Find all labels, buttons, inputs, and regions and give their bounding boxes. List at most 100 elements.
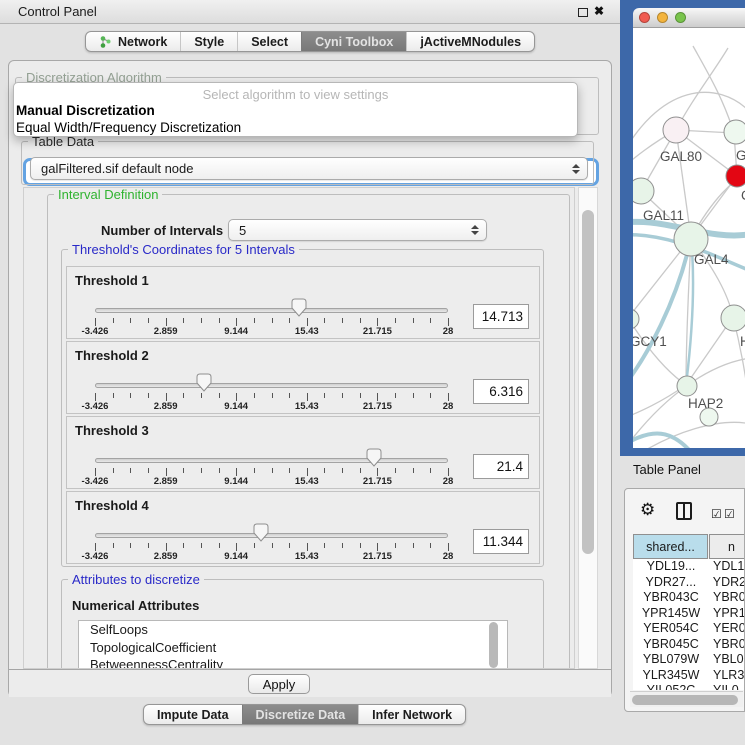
cyni-toolbox-panel: Discretization Algorithm Table Data galF… xyxy=(8,60,612,697)
attribute-list-item[interactable]: SelfLoops xyxy=(79,621,507,639)
stepper-arrows-icon xyxy=(572,164,580,174)
node-label: GA xyxy=(736,148,745,163)
group-title: Interval Definition xyxy=(54,187,162,202)
table-row[interactable]: YPR145WYPR1 xyxy=(633,606,745,622)
cell-shared-name: YER054C xyxy=(633,621,709,637)
network-edge[interactable] xyxy=(693,46,734,133)
node-top-right[interactable] xyxy=(724,120,745,144)
threshold-slider[interactable]: -3.4262.8599.14415.4321.71528 xyxy=(87,449,457,489)
slider-handle[interactable] xyxy=(366,448,382,467)
threshold-panel: Threshold 1 -3.4262.8599.14415.4321.7152… xyxy=(66,266,540,339)
node-label: H xyxy=(740,334,745,349)
slider-track[interactable] xyxy=(95,308,448,313)
threshold-slider[interactable]: -3.4262.8599.14415.4321.71528 xyxy=(87,524,457,564)
list-scrollbar-thumb[interactable] xyxy=(489,622,498,668)
tab-jactivemnodules[interactable]: jActiveMNodules xyxy=(406,32,534,51)
network-canvas[interactable]: GAL80GACGAL11GAL4GCY1HHAP2 xyxy=(633,28,745,448)
group-title: Attributes to discretize xyxy=(68,572,204,587)
table-horizontal-scrollbar[interactable] xyxy=(630,691,743,707)
minimize-traffic-light[interactable] xyxy=(657,12,668,23)
dropdown-header: Select algorithm to view settings xyxy=(14,87,577,102)
network-edge-highlighted[interactable] xyxy=(633,238,691,393)
group-title: Threshold's Coordinates for 5 Intervals xyxy=(68,242,299,257)
node-h[interactable] xyxy=(721,305,745,331)
slider-handle[interactable] xyxy=(196,373,212,392)
number-of-intervals-combobox[interactable]: 5 xyxy=(228,219,487,241)
table-row[interactable]: YDL19...YDL1 xyxy=(633,559,745,575)
table-data-combobox[interactable]: galFiltered.sif default node xyxy=(30,157,588,180)
slider-track[interactable] xyxy=(95,533,448,538)
bottom-tab-bar: Impute Data Discretize DataInfer Network xyxy=(143,704,466,725)
tab-style[interactable]: Style xyxy=(180,32,237,51)
node-hap2[interactable] xyxy=(677,376,697,396)
slider-track[interactable] xyxy=(95,458,448,463)
settings-scroll-viewport: Interval Definition Number of Intervals … xyxy=(23,187,575,669)
network-view-window: GAL80GACGAL11GAL4GCY1HHAP2 xyxy=(620,0,745,456)
dropdown-option-manual-discretization[interactable]: Manual Discretization xyxy=(16,103,155,118)
table-row[interactable]: YBR045CYBR0 xyxy=(633,637,745,653)
slider-handle[interactable] xyxy=(291,298,307,317)
attribute-list-item[interactable]: BetweennessCentrality xyxy=(79,656,507,669)
node-label: GAL11 xyxy=(643,208,684,223)
threshold-label: Threshold 2 xyxy=(75,348,149,363)
table-row[interactable]: YBL079WYBL0 xyxy=(633,652,745,668)
slider-track[interactable] xyxy=(95,383,448,388)
node-gal80[interactable] xyxy=(663,117,689,143)
cell-shared-name: YBR045C xyxy=(633,637,709,653)
split-columns-icon[interactable] xyxy=(676,502,692,520)
node-label: GAL80 xyxy=(660,149,702,164)
cell-name: YIL0 xyxy=(709,683,739,690)
table-panel: ⚙ ☑ ☑ shared... n YDL19...YDL1YDR27...YD… xyxy=(624,488,745,712)
threshold-value-field[interactable] xyxy=(473,454,529,479)
column-header-name[interactable]: n xyxy=(709,534,745,559)
settings-scrollbar[interactable] xyxy=(578,187,598,669)
table-row[interactable]: YER054CYER0 xyxy=(633,621,745,637)
tab-select[interactable]: Select xyxy=(237,32,301,51)
network-graph[interactable]: GAL80GACGAL11GAL4GCY1HHAP2 xyxy=(633,28,745,448)
column-header-shared-name[interactable]: shared... xyxy=(633,534,708,559)
dropdown-option-equal-width-frequency[interactable]: Equal Width/Frequency Discretization xyxy=(16,120,241,135)
float-window-icon[interactable] xyxy=(578,8,588,17)
node-gcy1[interactable] xyxy=(633,309,639,329)
tab-label: Impute Data xyxy=(157,708,229,722)
tab-infer-network[interactable]: Infer Network xyxy=(358,705,465,724)
settings-scrollbar-thumb[interactable] xyxy=(582,210,594,554)
algorithm-dropdown-popup: Select algorithm to view settings Manual… xyxy=(13,82,578,137)
table-row[interactable]: YIL052CYIL0 xyxy=(633,683,745,690)
tab-discretize-data[interactable]: Discretize Data xyxy=(242,705,359,724)
apply-button[interactable]: Apply xyxy=(248,674,310,694)
cell-shared-name: YDL19... xyxy=(633,559,709,575)
zoom-traffic-light[interactable] xyxy=(675,12,686,23)
attribute-list-item[interactable]: TopologicalCoefficient xyxy=(79,639,507,657)
threshold-value-field[interactable] xyxy=(473,304,529,329)
threshold-value-field[interactable] xyxy=(473,529,529,554)
tab-cyni-toolbox[interactable]: Cyni Toolbox xyxy=(301,32,406,51)
threshold-list: Threshold 1 -3.4262.8599.14415.4321.7152… xyxy=(62,266,543,564)
table-panel-header: Table Panel xyxy=(620,456,745,484)
table-row[interactable]: YDR27...YDR2 xyxy=(633,575,745,591)
slider-handle[interactable] xyxy=(253,523,269,542)
node-red-selected[interactable] xyxy=(726,165,745,187)
network-window-titlebar[interactable] xyxy=(633,8,745,28)
table-row[interactable]: YBR043CYBR0 xyxy=(633,590,745,606)
numerical-attributes-list[interactable]: SelfLoopsTopologicalCoefficientBetweenne… xyxy=(78,620,508,669)
node-label: HAP2 xyxy=(688,396,723,411)
close-traffic-light[interactable] xyxy=(639,12,650,23)
network-edge[interactable] xyxy=(676,48,728,130)
node-gal11[interactable] xyxy=(633,178,654,204)
close-icon[interactable]: ✖ xyxy=(594,4,604,18)
table-row[interactable]: YLR345WYLR3 xyxy=(633,668,745,684)
tab-impute-data[interactable]: Impute Data xyxy=(144,705,242,724)
checkbox-icon[interactable]: ☑ xyxy=(711,507,722,521)
threshold-slider[interactable]: -3.4262.8599.14415.4321.71528 xyxy=(87,299,457,339)
threshold-label: Threshold 3 xyxy=(75,423,149,438)
gear-icon[interactable]: ⚙ xyxy=(640,500,655,520)
cell-name: YDL1 xyxy=(709,559,744,575)
checkbox-icon[interactable]: ☑ xyxy=(724,507,735,521)
panel-title: Control Panel xyxy=(18,4,97,19)
tab-network[interactable]: Network xyxy=(86,32,180,51)
table-hscrollbar-thumb[interactable] xyxy=(632,695,738,705)
threshold-slider[interactable]: -3.4262.8599.14415.4321.71528 xyxy=(87,374,457,414)
node-gal4[interactable] xyxy=(674,222,708,256)
threshold-value-field[interactable] xyxy=(473,379,529,404)
